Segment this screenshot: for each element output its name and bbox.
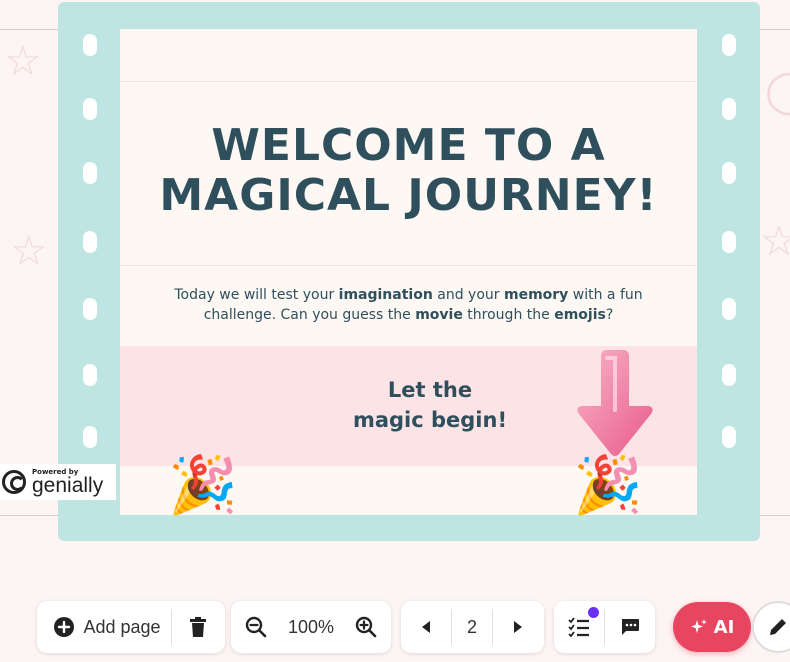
intro-bold: movie <box>415 307 463 323</box>
zoom-value: 100% <box>287 616 335 637</box>
zoom-in-icon <box>355 616 377 638</box>
intro-segment: Today we will test your <box>174 287 339 303</box>
title-line: MAGICAL JOURNEY! <box>159 170 658 221</box>
circle-doodle-icon: ◯ <box>765 66 790 115</box>
film-hole <box>722 426 736 448</box>
next-page-icon <box>514 621 522 633</box>
film-hole <box>83 98 97 120</box>
film-hole <box>722 98 736 120</box>
collab-toolbar <box>554 601 655 653</box>
film-hole <box>722 364 736 386</box>
genially-badge[interactable]: Powered by genially <box>0 464 116 500</box>
intro-bold: memory <box>503 287 569 303</box>
film-hole <box>83 364 97 386</box>
page-number-field[interactable]: 2 <box>452 601 492 653</box>
zoom-out-icon <box>245 616 267 638</box>
checklist-icon <box>568 617 589 637</box>
star-doodle-icon: ☆ <box>760 216 790 265</box>
star-doodle-icon: ☆ <box>10 226 48 275</box>
notification-dot <box>588 607 599 618</box>
film-hole <box>722 231 736 253</box>
trash-icon <box>190 617 206 637</box>
film-hole <box>722 34 736 56</box>
page-toolbar: Add page <box>37 601 225 653</box>
arrow-down-icon[interactable] <box>575 350 655 458</box>
film-hole <box>83 231 97 253</box>
film-hole <box>722 162 736 184</box>
divider <box>120 81 697 82</box>
page-number: 2 <box>466 616 477 637</box>
cta-line: Let the <box>387 378 473 402</box>
intro-bold: imagination <box>338 287 433 303</box>
delete-page-button[interactable] <box>172 601 224 653</box>
film-hole <box>83 162 97 184</box>
prev-page-icon <box>422 621 430 633</box>
intro-segment: and your <box>432 287 504 303</box>
star-doodle-icon: ☆ <box>4 36 42 85</box>
intro-bold: emojis <box>554 307 606 323</box>
cta-line: magic begin! <box>352 408 508 432</box>
party-popper-icon[interactable]: 🎉 <box>168 458 238 514</box>
slide-title[interactable]: WELCOME TO A MAGICAL JOURNEY! <box>120 121 697 221</box>
add-circle-icon <box>54 617 75 637</box>
zoom-out-button[interactable] <box>231 601 281 653</box>
pagination-toolbar: 2 <box>401 601 544 653</box>
film-hole <box>83 34 97 56</box>
edit-button[interactable] <box>752 601 790 653</box>
prev-page-button[interactable] <box>401 601 451 653</box>
intro-text[interactable]: Today we will test your imagination and … <box>160 285 657 325</box>
title-line: WELCOME TO A <box>211 120 606 171</box>
brand-label: genially <box>32 474 104 497</box>
intro-segment: through the <box>462 307 555 323</box>
zoom-toolbar: 100% <box>231 601 391 653</box>
film-hole <box>722 298 736 320</box>
checklist-button[interactable] <box>554 601 604 653</box>
cta-text[interactable]: Let the magic begin! <box>310 375 550 435</box>
sparkle-icon <box>690 619 707 633</box>
comment-icon <box>622 619 639 635</box>
genially-logo-icon <box>2 470 26 494</box>
party-popper-icon[interactable]: 🎉 <box>573 458 643 514</box>
pencil-icon <box>770 619 786 635</box>
divider <box>120 265 697 266</box>
zoom-in-button[interactable] <box>341 601 391 653</box>
ai-button[interactable]: AI <box>673 602 751 652</box>
film-hole <box>83 426 97 448</box>
comments-button[interactable] <box>605 601 655 653</box>
film-hole <box>83 298 97 320</box>
next-page-button[interactable] <box>493 601 543 653</box>
zoom-level[interactable]: 100% <box>281 601 341 653</box>
intro-segment: ? <box>605 307 614 323</box>
add-page-label: Add page <box>83 616 161 637</box>
add-page-button[interactable]: Add page <box>37 601 171 653</box>
ai-label: AI <box>713 616 735 638</box>
